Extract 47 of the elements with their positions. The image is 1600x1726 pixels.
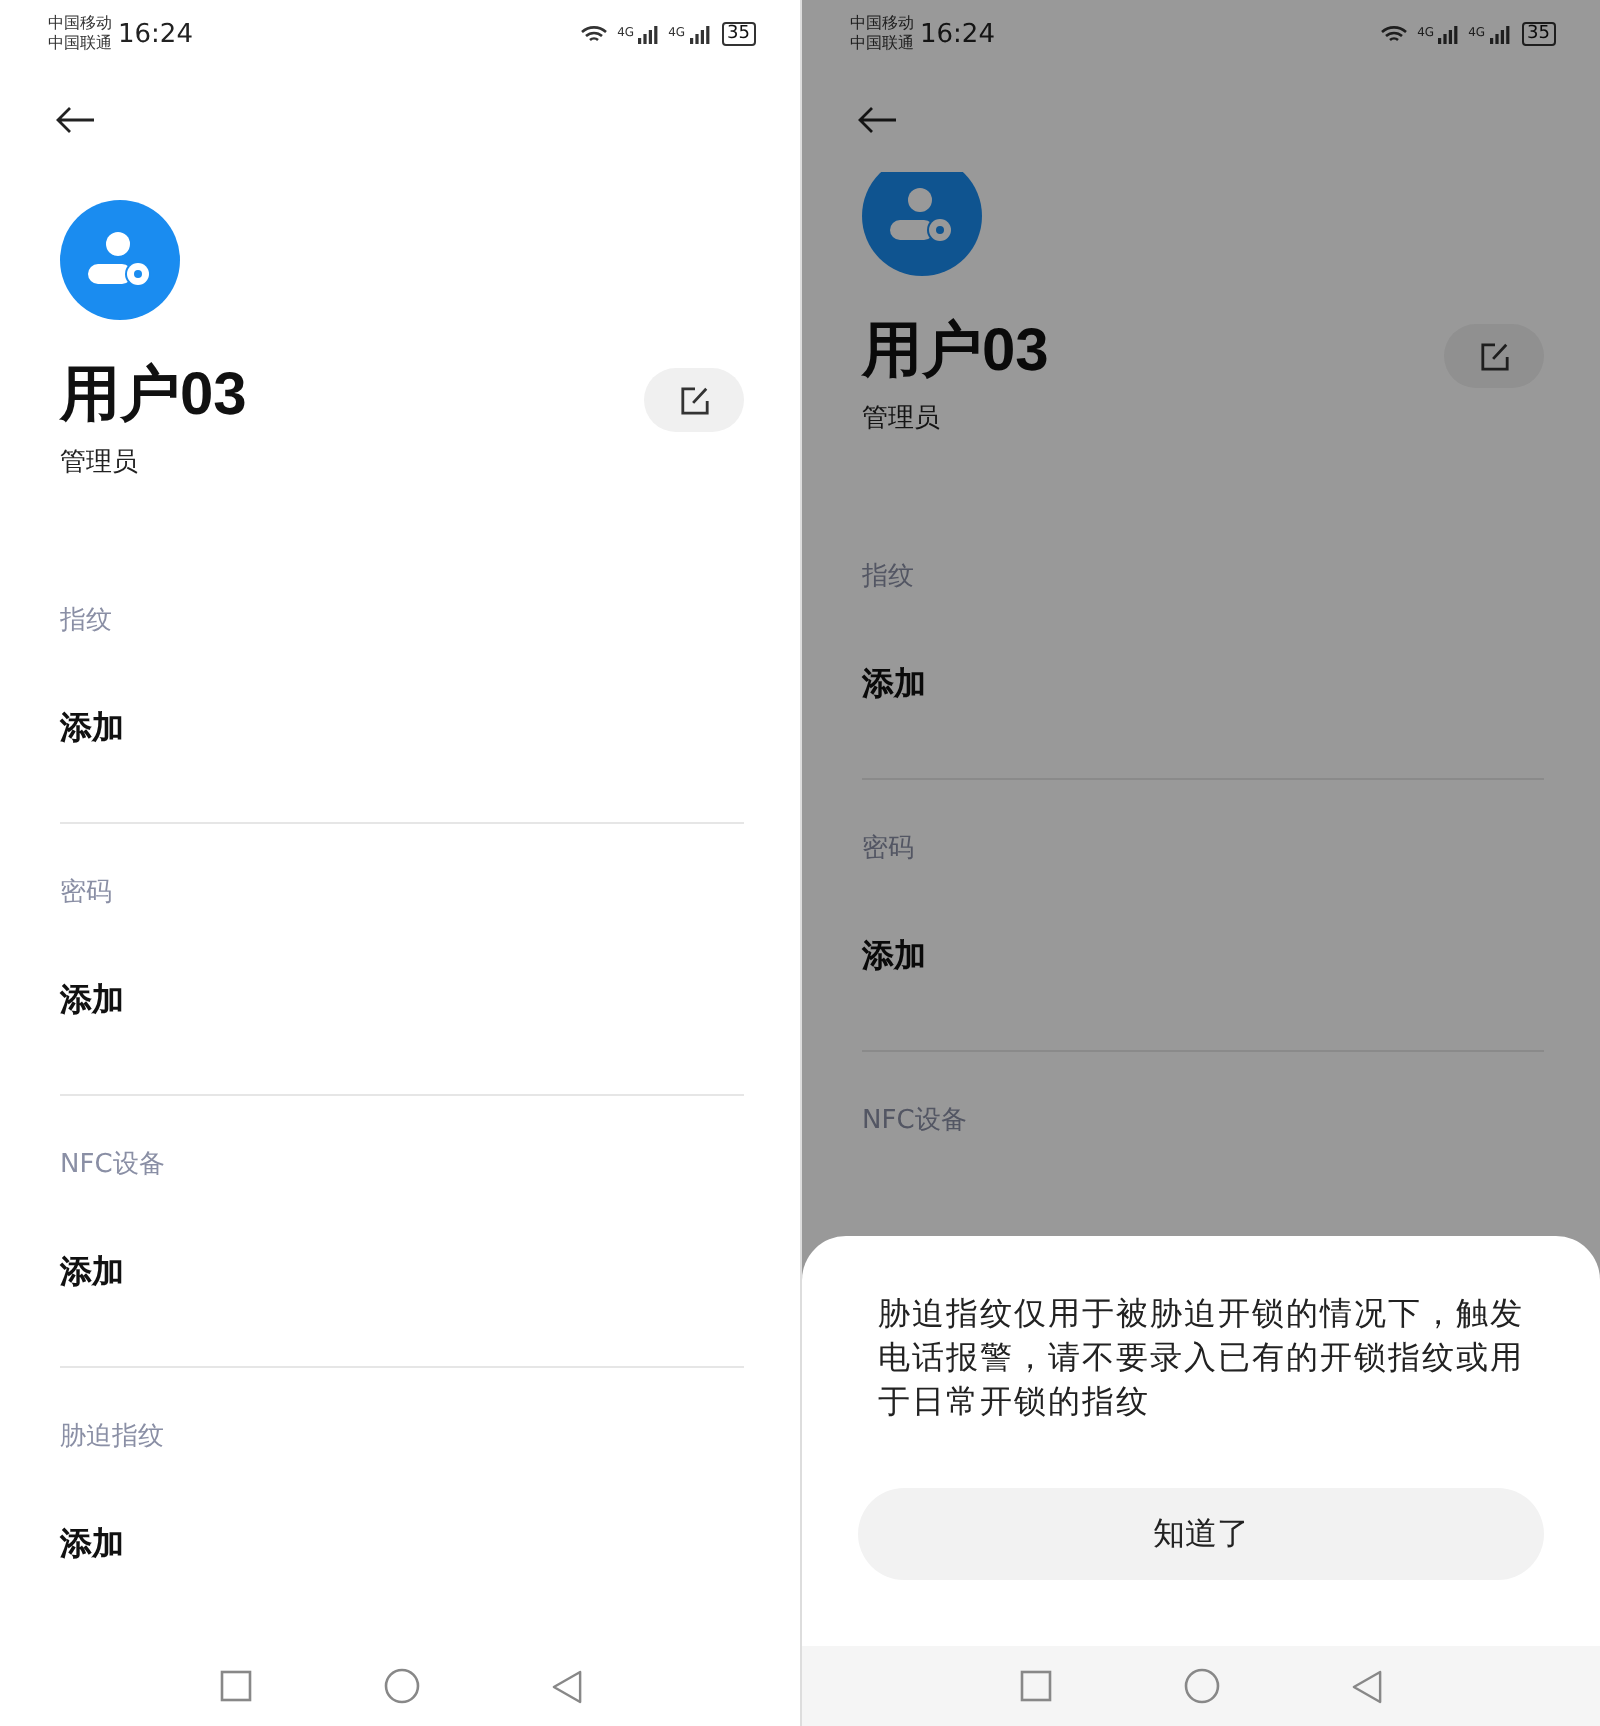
back-icon[interactable] xyxy=(1352,1669,1382,1703)
edit-button[interactable] xyxy=(644,368,744,432)
add-link[interactable]: 添加 xyxy=(60,1522,744,1566)
wifi-icon xyxy=(1379,24,1408,44)
recents-icon[interactable] xyxy=(219,1670,251,1702)
home-icon[interactable] xyxy=(1184,1668,1220,1704)
user-name: 用户03 xyxy=(60,360,247,432)
home-icon[interactable] xyxy=(383,1668,419,1704)
wifi-icon xyxy=(579,24,608,44)
back-arrow-icon[interactable] xyxy=(858,106,898,134)
clock-time: 16:24 xyxy=(118,19,193,49)
user-role: 管理员 xyxy=(60,446,140,480)
user-avatar-icon xyxy=(862,172,982,276)
battery-level: 35 xyxy=(721,22,756,46)
back-arrow-icon[interactable] xyxy=(56,106,96,134)
carrier-name: 中国联通 xyxy=(48,34,112,54)
back-icon[interactable] xyxy=(551,1669,581,1703)
edit-button[interactable] xyxy=(1444,324,1544,388)
section-label: 胁迫指纹 xyxy=(60,1422,166,1454)
edit-icon xyxy=(1479,341,1509,371)
recents-icon[interactable] xyxy=(1020,1670,1052,1702)
section-label: 密码 xyxy=(60,878,114,910)
add-link[interactable]: 添加 xyxy=(60,978,744,1022)
battery-level: 35 xyxy=(1521,22,1556,46)
add-link[interactable]: 添加 xyxy=(862,934,1544,978)
section-label: 密码 xyxy=(862,834,916,866)
signal-icon xyxy=(689,25,710,43)
section-label: NFC设备 xyxy=(60,1150,167,1182)
carrier-name: 中国联通 xyxy=(850,34,914,54)
section-label: NFC设备 xyxy=(862,1106,969,1138)
section-label: 指纹 xyxy=(60,606,114,638)
carrier-name: 中国移动 xyxy=(850,14,914,34)
user-avatar-icon xyxy=(60,200,180,320)
signal-icon xyxy=(1489,25,1510,43)
user-name: 用户03 xyxy=(862,316,1049,388)
signal-icon xyxy=(638,25,659,43)
clock-time: 16:24 xyxy=(920,19,995,49)
carrier-name: 中国移动 xyxy=(48,14,112,34)
signal-icon xyxy=(1438,25,1459,43)
section-label: 指纹 xyxy=(862,562,916,594)
acknowledge-button[interactable]: 知道了 xyxy=(858,1488,1544,1580)
user-role: 管理员 xyxy=(862,402,942,436)
warning-message: 胁迫指纹仅用于被胁迫开锁的情况下，触发电话报警，请不要录入已有的开锁指纹或用于日常开锁的指纹 xyxy=(878,1292,1526,1424)
add-link[interactable]: 添加 xyxy=(862,662,1544,706)
edit-icon xyxy=(679,385,709,415)
add-link[interactable]: 添加 xyxy=(60,706,744,750)
add-link[interactable]: 添加 xyxy=(60,1250,744,1294)
